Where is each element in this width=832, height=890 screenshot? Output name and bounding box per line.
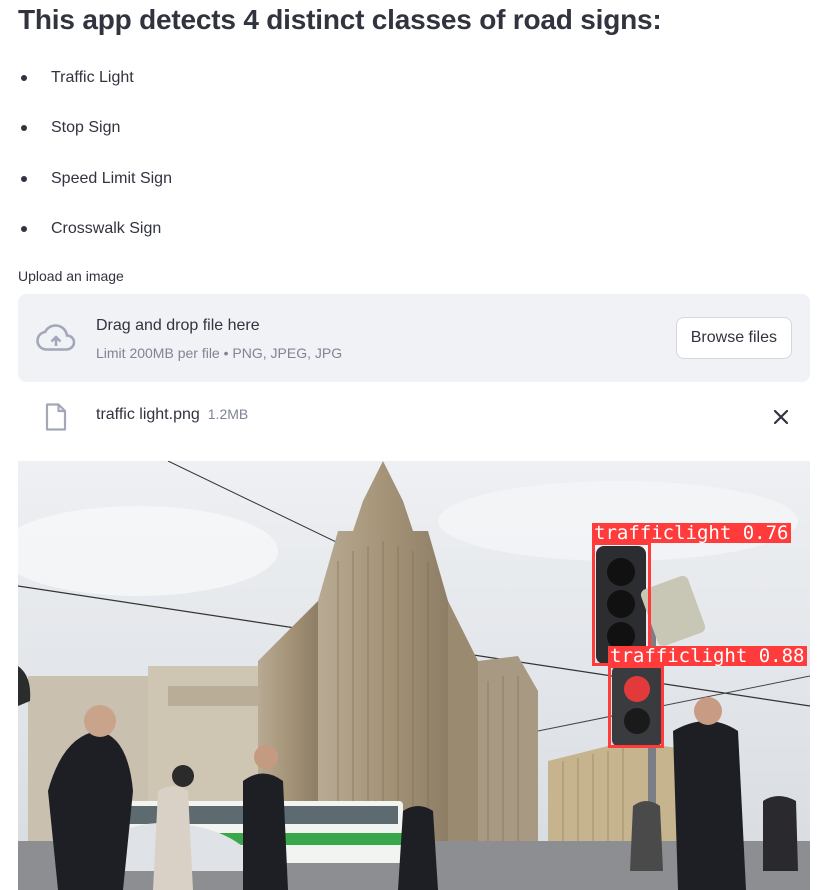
detection-box <box>608 665 664 748</box>
dropzone-title: Drag and drop file here <box>96 317 260 334</box>
file-dropzone[interactable]: Drag and drop file here Limit 200MB per … <box>18 294 810 382</box>
page-heading: This app detects 4 distinct classes of r… <box>18 4 662 35</box>
upload-label: Upload an image <box>18 268 124 284</box>
detection-result-image: trafficlight 0.76 trafficlight 0.88 <box>18 461 810 890</box>
browse-files-button[interactable]: Browse files <box>675 317 792 359</box>
detection-label: trafficlight 0.88 <box>608 646 807 666</box>
detection-confidence: 0.76 <box>742 522 789 544</box>
detection-label: trafficlight 0.76 <box>592 523 791 543</box>
dropzone-limit: Limit 200MB per file • PNG, JPEG, JPG <box>96 345 343 361</box>
file-name: traffic light.png 1.2MB <box>96 404 248 425</box>
class-label: Traffic Light <box>51 69 134 86</box>
detection-class: trafficlight <box>610 645 748 667</box>
detection-confidence: 0.88 <box>758 645 805 667</box>
detection-class: trafficlight <box>594 522 732 544</box>
bullet <box>21 225 27 232</box>
class-label: Stop Sign <box>51 119 121 137</box>
close-icon[interactable] <box>770 406 792 428</box>
uploaded-file-row: traffic light.png 1.2MB <box>18 392 810 440</box>
file-name-text: traffic light.png <box>96 406 200 423</box>
file-icon <box>45 403 67 431</box>
class-label: Speed Limit Sign <box>51 169 172 187</box>
file-size: 1.2MB <box>207 406 249 422</box>
bullet <box>21 175 27 182</box>
bullet <box>21 125 27 132</box>
bullet <box>21 75 27 81</box>
cloud-upload-icon <box>36 324 76 351</box>
class-label: Crosswalk Sign <box>51 219 162 237</box>
